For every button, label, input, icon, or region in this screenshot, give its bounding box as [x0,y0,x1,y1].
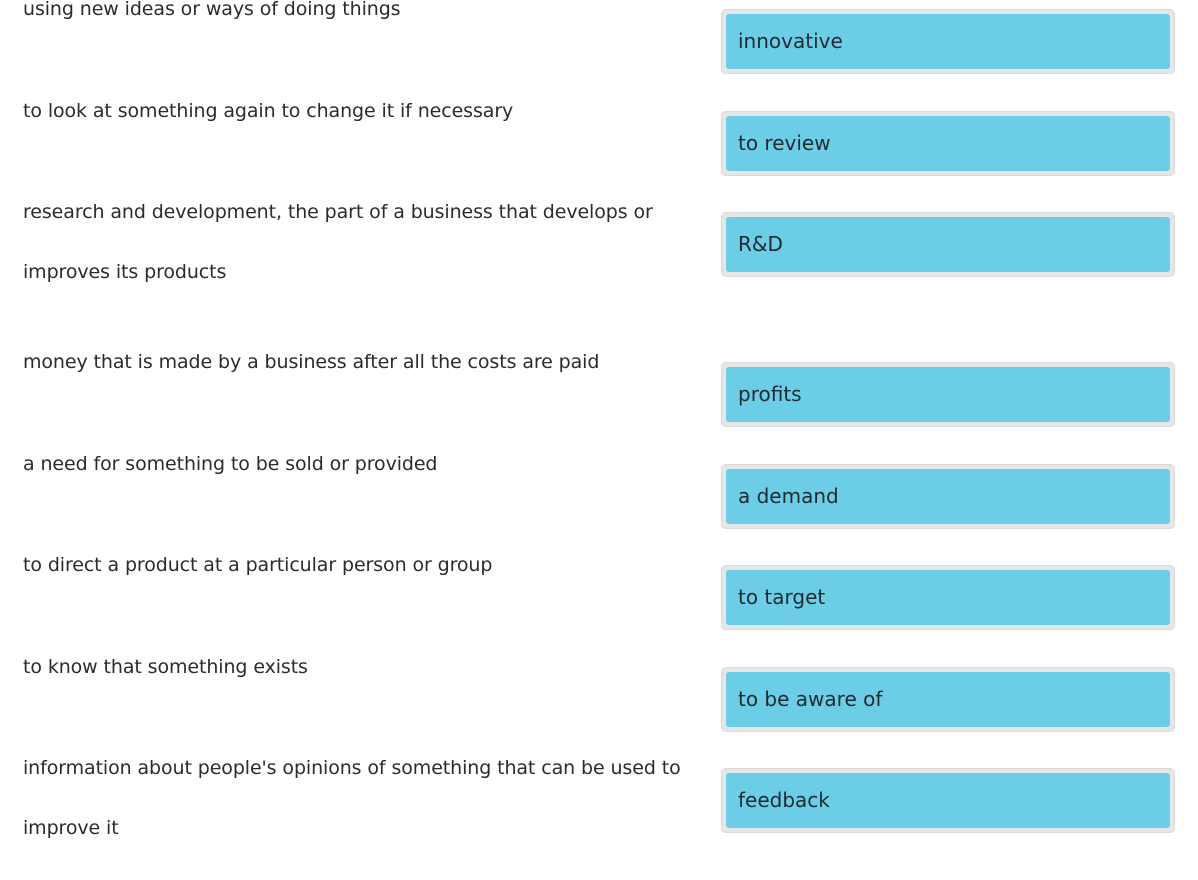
answer-chip[interactable]: to be aware of [726,672,1170,727]
drop-slot[interactable]: a demand [721,464,1175,529]
answer-chip[interactable]: feedback [726,773,1170,828]
definition-text: using new ideas or ways of doing things [23,0,401,20]
drop-slot[interactable]: feedback [721,768,1175,833]
drop-slot[interactable]: profits [721,362,1175,427]
definition-text: a need for something to be sold or provi… [23,453,438,475]
drop-slot[interactable]: R&D [721,212,1175,277]
answer-chip[interactable]: a demand [726,469,1170,524]
answer-chip[interactable]: profits [726,367,1170,422]
drop-slot[interactable]: innovative [721,9,1175,74]
definition-text: money that is made by a business after a… [23,351,600,373]
definition-text: information about people's opinions of s… [23,757,681,839]
drop-slot[interactable]: to be aware of [721,667,1175,732]
definition-text: research and development, the part of a … [23,201,653,283]
answer-chip[interactable]: to target [726,570,1170,625]
definition-text: to know that something exists [23,656,308,678]
definition-text: to direct a product at a particular pers… [23,554,493,576]
answer-chip[interactable]: R&D [726,217,1170,272]
definition-text: to look at something again to change it … [23,100,514,122]
drop-slot[interactable]: to target [721,565,1175,630]
drop-slot[interactable]: to review [721,111,1175,176]
answer-chip[interactable]: innovative [726,14,1170,69]
answer-chip[interactable]: to review [726,116,1170,171]
